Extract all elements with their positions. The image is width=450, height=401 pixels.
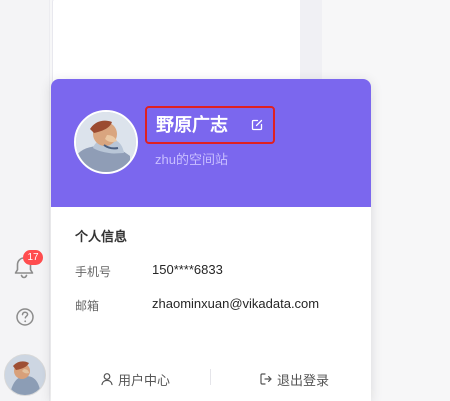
- edit-icon[interactable]: [250, 118, 264, 132]
- notification-count-badge: 17: [23, 250, 43, 265]
- help-button[interactable]: [15, 307, 35, 327]
- phone-value: 150****6833: [152, 262, 223, 277]
- phone-label: 手机号: [75, 265, 112, 279]
- profile-header: 野原广志 zhu的空间站: [51, 79, 371, 207]
- user-center-label: 用户中心: [118, 372, 171, 388]
- user-icon: [101, 373, 113, 386]
- logout-button[interactable]: 退出登录: [259, 370, 329, 388]
- profile-avatar[interactable]: [74, 110, 138, 174]
- user-center-button[interactable]: 用户中心: [100, 370, 170, 388]
- profile-popup-card: 野原广志 zhu的空间站 个人信息 手机号 150****6833 邮箱 zha…: [51, 79, 371, 401]
- email-label: 邮箱: [75, 299, 100, 313]
- email-value: zhaominxuan@vikadata.com: [152, 296, 320, 311]
- logout-label: 退出登录: [277, 372, 330, 388]
- notification-button[interactable]: 17: [13, 250, 43, 280]
- profile-name: 野原广志: [156, 115, 228, 135]
- avatar[interactable]: [4, 354, 46, 396]
- profile-name-highlight: 野原广志: [145, 106, 275, 144]
- avatar-image: [5, 355, 45, 395]
- space-name: zhu的空间站: [155, 152, 228, 167]
- logout-icon: [260, 373, 272, 385]
- background-panel: [52, 0, 302, 88]
- help-icon: [16, 308, 34, 326]
- left-rail: 17: [0, 0, 50, 401]
- footer-divider: [210, 369, 211, 385]
- avatar-image: [76, 112, 136, 172]
- section-title: 个人信息: [75, 229, 128, 244]
